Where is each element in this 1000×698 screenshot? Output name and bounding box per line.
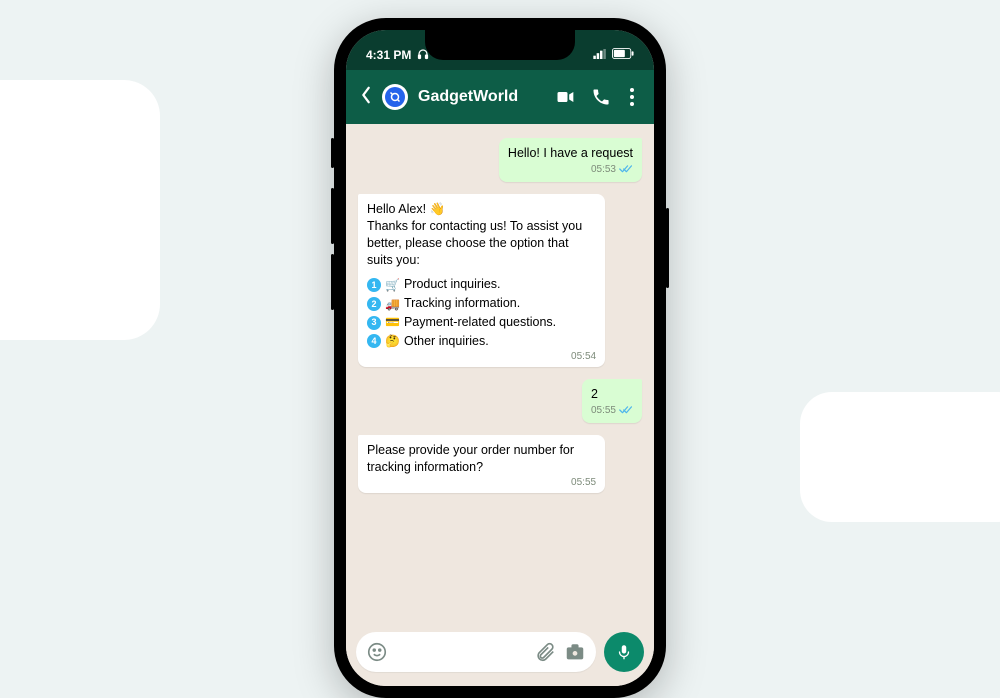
avatar-icon	[385, 87, 405, 107]
message-time: 05:54	[571, 352, 596, 362]
input-bar	[346, 624, 654, 686]
message-input[interactable]	[356, 632, 596, 672]
message-text: Hello Alex! 👋 Thanks for contacting us! …	[367, 202, 586, 267]
more-icon[interactable]	[624, 88, 640, 106]
message-bubble[interactable]: 2 05:55	[582, 379, 642, 423]
message-in: Please provide your order number for tra…	[358, 435, 642, 493]
option-label: Other inquiries.	[404, 333, 489, 350]
message-text: Please provide your order number for tra…	[367, 443, 578, 474]
truck-icon: 🚚	[385, 296, 400, 312]
message-text: 2	[591, 387, 598, 401]
thinking-icon: 🤔	[385, 333, 400, 349]
chat-header: GadgetWorld	[346, 70, 654, 124]
status-time: 4:31 PM	[366, 48, 411, 62]
option-number: 1	[367, 278, 381, 292]
phone-frame: 4:31 PM	[334, 18, 666, 698]
bg-decor-right	[800, 392, 1000, 522]
card-icon: 💳	[385, 314, 400, 330]
mic-button[interactable]	[604, 632, 644, 672]
read-ticks-icon	[619, 164, 633, 177]
phone-screen: 4:31 PM	[346, 30, 654, 686]
message-bubble[interactable]: Please provide your order number for tra…	[358, 435, 605, 493]
message-text: Hello! I have a request	[508, 146, 633, 160]
phone-side-button	[331, 188, 334, 244]
message-out: Hello! I have a request 05:53	[358, 138, 642, 182]
cart-icon: 🛒	[385, 277, 400, 293]
bot-option: 4 🤔 Other inquiries.	[367, 333, 596, 350]
option-number: 4	[367, 334, 381, 348]
message-bubble[interactable]: Hello! I have a request 05:53	[499, 138, 642, 182]
message-bubble[interactable]: Hello Alex! 👋 Thanks for contacting us! …	[358, 194, 605, 367]
bot-option: 3 💳 Payment-related questions.	[367, 314, 596, 331]
bot-option: 1 🛒 Product inquiries.	[367, 276, 596, 293]
read-ticks-icon	[619, 405, 633, 418]
message-out: 2 05:55	[358, 379, 642, 423]
battery-icon	[612, 48, 634, 62]
attach-icon[interactable]	[534, 641, 556, 663]
option-label: Product inquiries.	[404, 276, 501, 293]
avatar[interactable]	[382, 84, 408, 110]
message-time: 05:55	[571, 478, 596, 488]
phone-notch	[425, 30, 575, 60]
video-call-icon[interactable]	[552, 87, 578, 107]
message-time: 05:55	[591, 406, 616, 416]
bot-options: 1 🛒 Product inquiries. 2 🚚 Tracking info…	[367, 276, 596, 350]
option-label: Payment-related questions.	[404, 314, 556, 331]
phone-side-button	[331, 138, 334, 168]
phone-side-button	[666, 208, 669, 288]
option-label: Tracking information.	[404, 295, 520, 312]
back-icon[interactable]	[360, 86, 372, 109]
phone-side-button	[331, 254, 334, 310]
bg-decor-left	[0, 80, 160, 340]
bot-option: 2 🚚 Tracking information.	[367, 295, 596, 312]
signal-icon	[593, 48, 607, 62]
chat-body[interactable]: Hello! I have a request 05:53 Hello Alex…	[346, 124, 654, 624]
emoji-icon[interactable]	[366, 641, 388, 663]
option-number: 3	[367, 316, 381, 330]
message-time: 05:53	[591, 165, 616, 175]
chat-title[interactable]: GadgetWorld	[418, 88, 542, 106]
camera-icon[interactable]	[564, 641, 586, 663]
message-in: Hello Alex! 👋 Thanks for contacting us! …	[358, 194, 642, 367]
voice-call-icon[interactable]	[588, 87, 614, 107]
option-number: 2	[367, 297, 381, 311]
